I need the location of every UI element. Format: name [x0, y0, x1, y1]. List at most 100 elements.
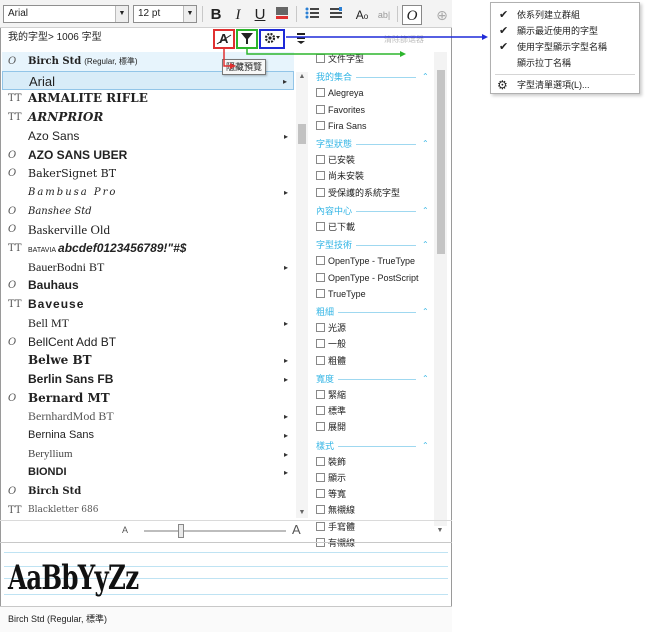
filter-checkbox-item[interactable]: 一般: [316, 337, 346, 351]
preview-size-slider[interactable]: [144, 530, 286, 532]
font-list-item[interactable]: O Birch Std: [2, 482, 294, 501]
checkbox[interactable]: [316, 339, 325, 349]
collapse-icon[interactable]: ⌃: [422, 372, 429, 386]
filter-checkbox-item[interactable]: 展開: [316, 420, 346, 434]
checkbox[interactable]: [316, 187, 325, 197]
checkbox[interactable]: [316, 355, 325, 365]
expand-family-icon[interactable]: ▸: [284, 445, 288, 464]
font-list-item[interactable]: O BakerSignet BT: [2, 164, 294, 183]
font-list-item[interactable]: TT BATAVIA abcdef0123456789!"#$: [2, 239, 294, 258]
font-list-item[interactable]: O Banshee Std: [2, 202, 294, 221]
text-color-button[interactable]: [272, 5, 292, 25]
collapse-icon[interactable]: ⌃: [422, 305, 429, 319]
font-list-item[interactable]: Bell MT ▸: [2, 314, 294, 333]
filter-section-header[interactable]: 寬度 ⌃: [316, 372, 429, 386]
expand-family-icon[interactable]: ▸: [284, 351, 288, 370]
character-button[interactable]: ab|: [374, 5, 394, 25]
font-list-item[interactable]: Bambusa Pro ▸: [2, 183, 294, 202]
clear-filters-hint[interactable]: 清除篩選器: [384, 34, 424, 45]
numbered-list-button[interactable]: [326, 5, 346, 25]
filter-checkbox-item[interactable]: 尚未安裝: [316, 169, 364, 183]
menu-item-show-latin-names[interactable]: 顯示拉丁名稱: [491, 55, 639, 71]
scroll-up-icon[interactable]: ▲: [296, 72, 308, 82]
checkbox[interactable]: [316, 222, 325, 231]
expand-family-icon[interactable]: ▸: [284, 370, 288, 389]
font-list-item[interactable]: TT Blackletter 686: [2, 501, 294, 520]
collapse-icon[interactable]: ⌃: [422, 439, 429, 453]
filter-checkbox-item[interactable]: 粗體: [316, 354, 346, 368]
checkbox[interactable]: [316, 88, 325, 98]
checkbox[interactable]: [316, 256, 325, 266]
checkbox[interactable]: [316, 272, 325, 282]
filter-checkbox-item[interactable]: 裝飾: [316, 455, 346, 469]
expand-family-icon[interactable]: ▸: [284, 127, 288, 146]
sort-button[interactable]: [290, 29, 312, 49]
checkbox[interactable]: [316, 422, 325, 432]
menu-item-show-recent[interactable]: ✔ 顯示最近使用的字型: [491, 23, 639, 39]
filter-checkbox-item[interactable]: Fira Sans: [316, 119, 367, 133]
filter-checkbox-item[interactable]: OpenType - PostScript: [316, 271, 419, 285]
filter-section-header[interactable]: 樣式 ⌃: [316, 439, 429, 453]
font-list-item[interactable]: Beryllium ▸: [2, 445, 294, 464]
font-list-item[interactable]: O BellCent Add BT: [2, 333, 294, 352]
bold-button[interactable]: B: [206, 5, 226, 25]
checkbox[interactable]: [316, 120, 325, 130]
checkbox[interactable]: [316, 104, 325, 114]
font-list-item[interactable]: BIONDI ▸: [2, 463, 294, 482]
checkbox[interactable]: [316, 171, 325, 181]
filter-checkbox-item[interactable]: 已下載: [316, 220, 355, 234]
font-list-item[interactable]: O AZO SANS UBER: [2, 146, 294, 165]
filter-checkbox-item[interactable]: OpenType - TrueType: [316, 254, 415, 268]
expand-family-icon[interactable]: ▸: [284, 258, 288, 277]
filter-checkbox-item[interactable]: 受保護的系統字型: [316, 186, 400, 200]
font-list-item[interactable]: TT ARMALITE RIFLE: [2, 89, 294, 108]
font-family-combo[interactable]: Arial ▼: [3, 5, 129, 23]
checkbox[interactable]: [316, 406, 325, 416]
filter-checkbox-item[interactable]: Alegreya: [316, 86, 364, 100]
collapse-icon[interactable]: ⌃: [422, 70, 429, 84]
filter-section-header[interactable]: 字型技術 ⌃: [316, 238, 429, 252]
checkbox[interactable]: [316, 323, 325, 333]
filter-section-header[interactable]: 粗細 ⌃: [316, 305, 429, 319]
bullet-list-button[interactable]: [302, 5, 322, 25]
checkbox[interactable]: [316, 54, 325, 63]
filter-section-header[interactable]: 字型狀態 ⌃: [316, 137, 429, 151]
checkbox[interactable]: [316, 505, 325, 515]
menu-item-font-list-options[interactable]: ⚙ 字型清單選項(L)...: [491, 77, 639, 93]
collapse-icon[interactable]: ⌃: [422, 204, 429, 218]
menu-item-group-by-family[interactable]: ✔ 依系列建立群組: [491, 7, 639, 23]
hide-preview-button[interactable]: A: [213, 29, 235, 49]
collapse-icon[interactable]: ⌃: [422, 137, 429, 151]
filter-button[interactable]: [236, 29, 258, 49]
expand-family-icon[interactable]: ▸: [284, 314, 288, 333]
font-list-item[interactable]: O Bernard MT: [2, 389, 294, 408]
font-list-item[interactable]: BernhardMod BT ▸: [2, 407, 294, 426]
font-list-item[interactable]: TT Baveuse: [2, 295, 294, 314]
font-list-item[interactable]: Bernina Sans ▸: [2, 426, 294, 445]
font-list-item[interactable]: O Baskerville Old: [2, 220, 294, 239]
collapse-icon[interactable]: ⌃: [422, 238, 429, 252]
filter-checkbox-item[interactable]: Favorites: [316, 103, 365, 117]
expand-family-icon[interactable]: ▸: [284, 463, 288, 482]
filter-checkbox-item[interactable]: 無襯線: [316, 503, 355, 517]
change-case-button[interactable]: Ao: [352, 5, 372, 25]
font-list-item[interactable]: Belwe BT ▸: [2, 351, 294, 370]
filter-checkbox-item[interactable]: 已安裝: [316, 153, 355, 167]
italic-button[interactable]: I: [228, 5, 248, 25]
filter-scrollbar-thumb[interactable]: [437, 70, 445, 254]
font-size-dropdown-arrow-icon[interactable]: ▼: [183, 6, 196, 22]
font-list-item[interactable]: O Bauhaus: [2, 276, 294, 295]
checkbox[interactable]: [316, 489, 325, 499]
font-list-button[interactable]: O: [402, 5, 422, 25]
scroll-down-icon[interactable]: ▼: [296, 508, 308, 518]
checkbox[interactable]: [316, 473, 325, 482]
filter-checkbox-item[interactable]: 顯示: [316, 471, 346, 485]
filter-section-header[interactable]: 我的集合 ⌃: [316, 70, 429, 84]
filter-checkbox-item[interactable]: 光源: [316, 321, 346, 335]
expand-family-icon[interactable]: ▸: [284, 183, 288, 202]
font-list-item[interactable]: TT ARNPRIOR: [2, 108, 294, 127]
filter-checkbox-item[interactable]: TrueType: [316, 287, 366, 301]
expand-family-icon[interactable]: ▸: [283, 72, 287, 89]
filter-checkbox-item[interactable]: 文件字型: [316, 52, 364, 66]
preview-size-slider-thumb[interactable]: [177, 524, 184, 538]
